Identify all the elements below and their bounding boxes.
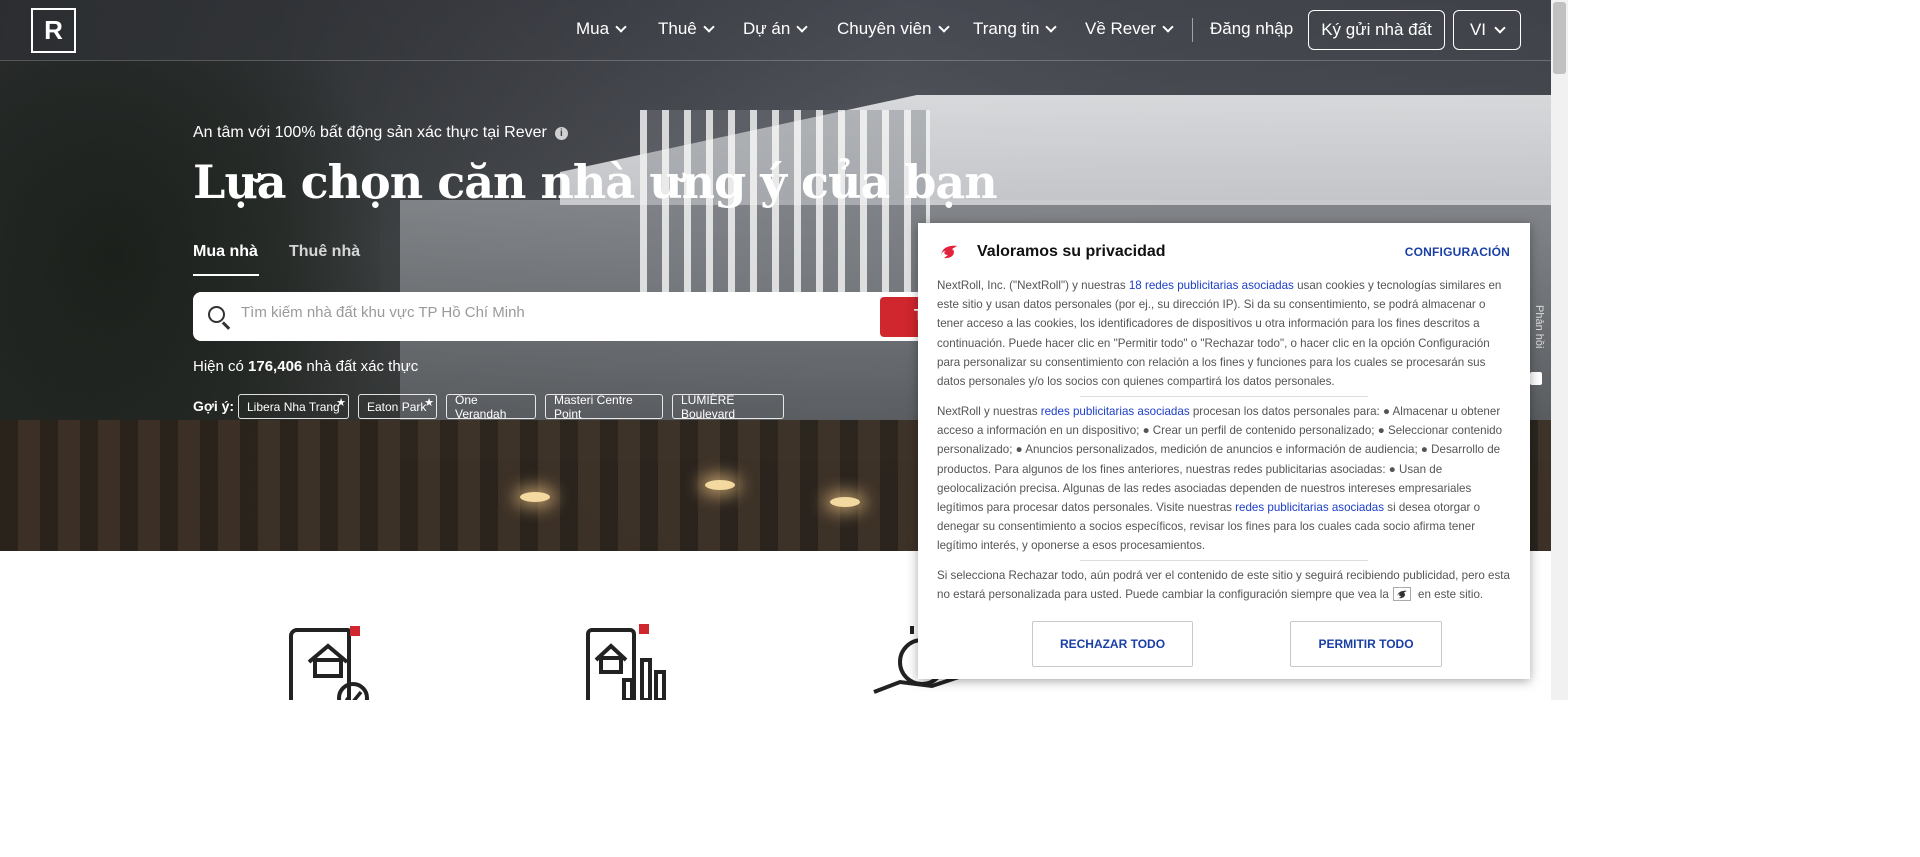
info-icon[interactable]: i <box>554 126 568 140</box>
text-run: NextRoll y nuestras <box>937 405 1041 418</box>
login-link[interactable]: Đăng nhập <box>1210 19 1293 39</box>
consign-button[interactable]: Ký gửi nhà đất <box>1308 10 1445 50</box>
chip-label: Eaton Park <box>367 399 427 414</box>
count-prefix: Hiện có <box>193 358 249 375</box>
chip-label: One Verandah <box>455 392 507 421</box>
divider <box>1080 396 1368 397</box>
hero-tagline: An tâm với 100% bất động sản xác thực tạ… <box>193 124 568 142</box>
hero-headline: Lựa chọn căn nhà ưng ý của bạn <box>193 155 998 209</box>
partners-link[interactable]: 18 redes publicitarias asociadas <box>1129 279 1294 292</box>
tagline-text: An tâm với 100% bất động sản xác thực tạ… <box>193 124 547 141</box>
nav-item-label: Mua <box>576 19 610 38</box>
partners-link[interactable]: redes publicitarias asociadas <box>1041 405 1190 418</box>
partners-link[interactable]: redes publicitarias asociadas <box>1235 501 1384 514</box>
page-scrollbar[interactable] <box>1551 0 1568 700</box>
chevron-down-icon <box>615 21 627 33</box>
rever-logo[interactable]: R <box>31 8 76 53</box>
nav-item-ve-rever[interactable]: Về Rever <box>1085 19 1174 39</box>
chip-label: Masteri Centre Point <box>554 392 633 421</box>
accept-all-button[interactable]: PERMITIR TODO <box>1290 621 1442 667</box>
chevron-down-icon <box>703 21 715 33</box>
language-selector[interactable]: VI <box>1453 10 1521 50</box>
reject-all-button[interactable]: RECHAZAR TODO <box>1032 621 1193 667</box>
scrollbar-thumb[interactable] <box>1553 2 1566 74</box>
page: R Mua Thuê Dự án Chuyên viên Trang tin V… <box>0 0 1568 700</box>
suggestion-chip[interactable]: One Verandah <box>446 392 536 421</box>
search-icon <box>208 306 225 323</box>
text-run: usan cookies y tecnologías similares en … <box>937 279 1502 389</box>
chevron-down-icon <box>1494 22 1506 34</box>
chevron-down-icon <box>937 21 950 33</box>
suggestion-chip[interactable]: Eaton Park ★ <box>358 394 437 419</box>
count-suffix: nhà đất xác thực <box>302 358 419 375</box>
privacy-title: Valoramos su privacidad <box>977 243 1166 260</box>
text-run: procesan los datos personales para: ● Al… <box>937 405 1503 515</box>
chevron-down-icon <box>796 21 808 33</box>
nav-item-label: Về Rever <box>1085 19 1156 38</box>
nav-item-label: Chuyên viên <box>837 19 932 38</box>
divider <box>1080 560 1368 561</box>
tab-thue-nha[interactable]: Thuê nhà <box>289 243 360 261</box>
privacy-paragraph-2: NextRoll y nuestras redes publicitarias … <box>937 402 1511 556</box>
suggestion-chip[interactable]: Libera Nha Trang ★ <box>238 394 349 419</box>
active-tab-indicator <box>193 274 259 276</box>
chevron-down-icon <box>1045 21 1058 33</box>
language-label: VI <box>1469 20 1487 39</box>
chip-label: LUMIÈRE Boulevard <box>681 392 736 421</box>
top-navigation: R Mua Thuê Dự án Chuyên viên Trang tin V… <box>0 0 1551 61</box>
suggestion-chip[interactable]: Masteri Centre Point <box>545 392 663 421</box>
nav-item-mua[interactable]: Mua <box>576 19 627 39</box>
feedback-icon[interactable] <box>1530 372 1542 385</box>
nav-item-label: Thuê <box>658 19 697 38</box>
house-icon <box>307 643 369 700</box>
star-icon: ★ <box>424 397 434 409</box>
feature-report-icon <box>584 620 694 700</box>
consign-label: Ký gửi nhà đất <box>1321 20 1432 39</box>
search-bar <box>193 292 933 341</box>
feature-verified-house-icon <box>285 620 395 700</box>
hero-light <box>705 480 735 490</box>
count-value: 176,406 <box>248 358 303 375</box>
text-run: en este sitio. <box>1414 588 1484 602</box>
nextroll-inline-icon <box>1392 587 1411 602</box>
star-icon: ★ <box>336 397 346 409</box>
privacy-paragraph-3: Si selecciona Rechazar todo, aún podrá v… <box>937 566 1511 604</box>
chart-bars-icon <box>594 643 666 700</box>
tab-mua-nha[interactable]: Mua nhà <box>193 243 258 261</box>
privacy-consent-dialog: Valoramos su privacidad CONFIGURACIÓN Ne… <box>918 223 1530 679</box>
text-run: NextRoll, Inc. ("NextRoll") y nuestras <box>937 279 1129 292</box>
nav-item-label: Trang tin <box>973 19 1040 38</box>
login-label: Đăng nhập <box>1210 19 1294 38</box>
hero-light <box>520 492 550 502</box>
hero-light <box>830 497 860 507</box>
nav-divider <box>1192 18 1193 42</box>
search-input[interactable] <box>241 304 861 321</box>
suggest-label: Gợi ý: <box>193 398 235 414</box>
nav-item-du-an[interactable]: Dự án <box>743 19 808 39</box>
listing-count: Hiện có 176,406 nhà đất xác thực <box>193 358 418 375</box>
chevron-down-icon <box>1162 21 1174 33</box>
nav-item-label: Dự án <box>743 19 791 38</box>
nextroll-logo-icon <box>941 245 957 259</box>
nav-item-chuyen-vien[interactable]: Chuyên viên <box>837 19 950 39</box>
nav-item-thue[interactable]: Thuê <box>658 19 715 39</box>
configuration-link[interactable]: CONFIGURACIÓN <box>1405 245 1510 259</box>
nav-item-trang-tin[interactable]: Trang tin <box>973 19 1058 39</box>
suggestion-chip[interactable]: LUMIÈRE Boulevard <box>672 392 784 421</box>
privacy-paragraph-1: NextRoll, Inc. ("NextRoll") y nuestras 1… <box>937 276 1511 391</box>
logo-letter: R <box>44 15 63 45</box>
chip-label: Libera Nha Trang <box>247 399 340 414</box>
